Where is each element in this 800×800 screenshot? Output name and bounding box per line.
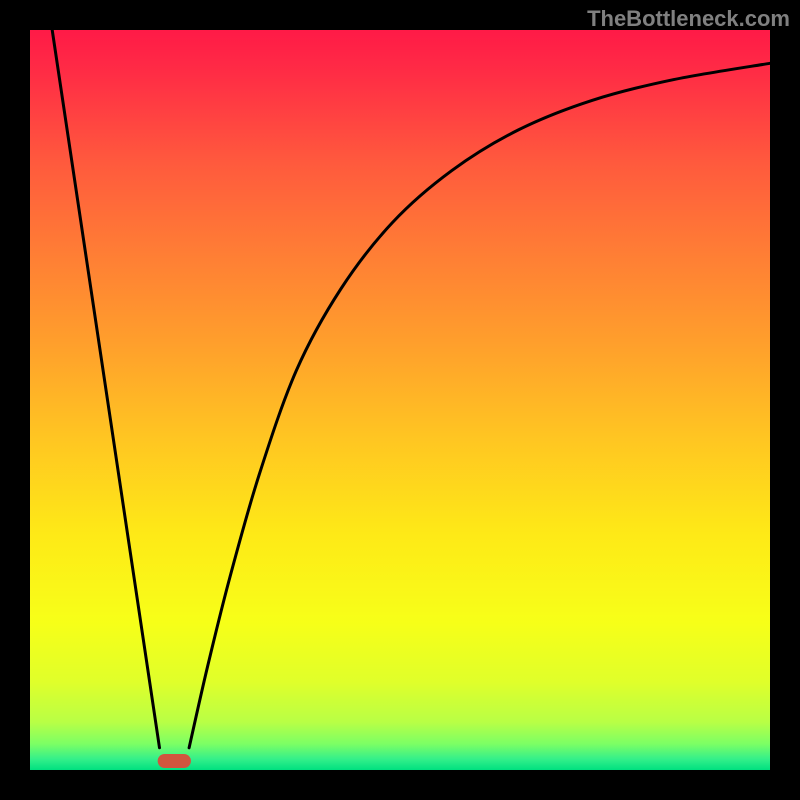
chart-container: TheBottleneck.com [0, 0, 800, 800]
bottleneck-chart [0, 0, 800, 800]
bottleneck-marker [158, 754, 191, 768]
plot-background [30, 30, 770, 770]
watermark-text: TheBottleneck.com [587, 6, 790, 32]
